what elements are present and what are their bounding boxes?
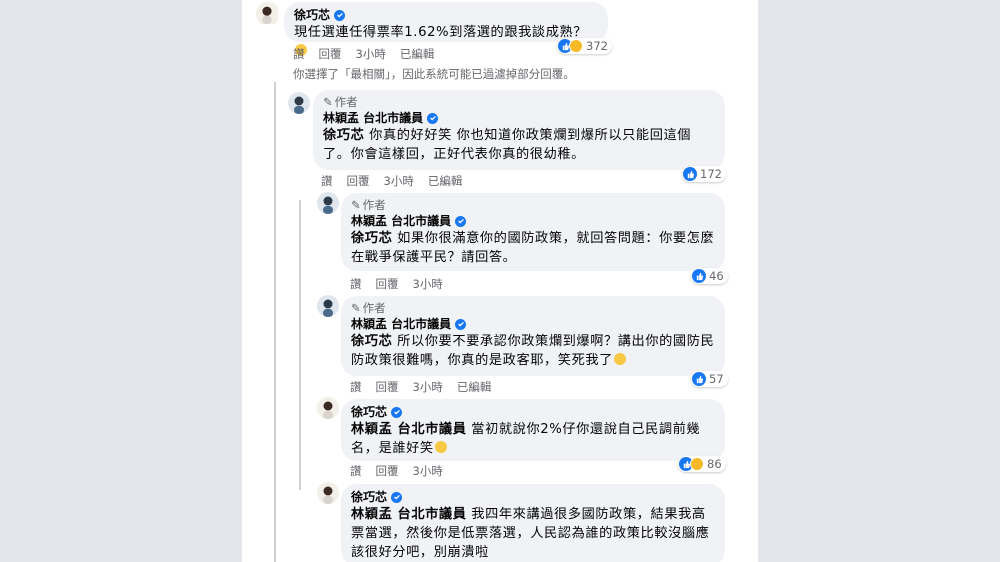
comment-author[interactable]: 林穎孟 台北市議員 xyxy=(323,110,423,126)
like-button[interactable]: 讚 xyxy=(321,174,333,188)
like-button[interactable]: 讚 xyxy=(293,47,305,61)
reaction-count: 46 xyxy=(709,269,724,283)
verified-icon xyxy=(455,318,467,330)
comment-bubble: 徐巧芯 林穎孟 台北市議員 我四年來講過很多國防政策，結果我高票當選，然後你是低… xyxy=(341,484,725,562)
author-badge: ✎ 作者 xyxy=(323,95,358,109)
comment-time[interactable]: 3小時 xyxy=(356,47,386,61)
haha-reaction-icon xyxy=(569,39,583,53)
pencil-icon: ✎ xyxy=(323,95,333,109)
comment-author[interactable]: 林穎孟 台北市議員 xyxy=(351,213,451,229)
like-reaction-icon xyxy=(692,372,706,386)
comment-bubble: 徐巧芯 林穎孟 台北市議員 當初就說你2%仔你還說自己民調前幾名，是誰好笑 xyxy=(341,399,725,461)
comment-author[interactable]: 林穎孟 台北市議員 xyxy=(351,316,451,332)
comment-actions: 讚 回覆 3小時 xyxy=(350,464,443,478)
reaction-summary[interactable]: 372 xyxy=(557,38,612,54)
comment-text: 林穎孟 台北市議員 當初就說你2%仔你還說自己民調前幾名，是誰好笑 xyxy=(351,422,701,456)
mention-link[interactable]: 林穎孟 台北市議員 xyxy=(351,422,467,437)
comment-time[interactable]: 3小時 xyxy=(384,174,414,188)
comment-feed: 徐巧芯 現任選連任得票率1.62%到落選的跟我談成熟？ 372 讚 回覆 3小時… xyxy=(242,0,758,562)
verified-icon xyxy=(391,491,403,503)
reaction-count: 57 xyxy=(709,372,724,386)
reaction-summary[interactable]: 86 xyxy=(678,456,726,472)
avatar[interactable] xyxy=(317,482,339,504)
filter-note: 你選擇了「最相關」，因此系統可能已過濾掉部分回覆。 xyxy=(293,67,575,81)
thread-line xyxy=(299,200,301,490)
avatar[interactable] xyxy=(317,192,339,214)
pencil-icon: ✎ xyxy=(351,198,361,212)
verified-icon xyxy=(334,9,346,21)
pencil-icon: ✎ xyxy=(351,301,361,315)
comment-text: 徐巧芯 你真的好好笑 你也知道你政策爛到爆所以只能回這個了。你會這樣回，正好代表… xyxy=(323,128,692,162)
comment-bubble: ✎ 作者 林穎孟 台北市議員 徐巧芯 如果你很滿意你的國防政策，就回答問題：你要怎… xyxy=(341,193,725,271)
edited-label[interactable]: 已編輯 xyxy=(428,174,463,188)
comment-actions: 讚 回覆 3小時 已編輯 xyxy=(350,380,491,394)
comment-time[interactable]: 3小時 xyxy=(413,464,443,478)
avatar[interactable] xyxy=(317,295,339,317)
mention-link[interactable]: 林穎孟 台北市議員 xyxy=(351,507,467,522)
like-button[interactable]: 讚 xyxy=(350,380,362,394)
comment-time[interactable]: 3小時 xyxy=(413,277,443,291)
comment-actions: 讚 回覆 3小時 已編輯 xyxy=(321,174,462,188)
author-badge: ✎ 作者 xyxy=(351,301,386,315)
verified-icon xyxy=(391,406,403,418)
comment-text: 林穎孟 台北市議員 我四年來講過很多國防政策，結果我高票當選，然後你是低票落選，… xyxy=(351,507,710,560)
reply-button[interactable]: 回覆 xyxy=(376,380,399,394)
verified-icon xyxy=(455,215,467,227)
like-button[interactable]: 讚 xyxy=(350,277,362,291)
verified-icon xyxy=(427,112,439,124)
avatar[interactable] xyxy=(288,92,310,114)
reply-button[interactable]: 回覆 xyxy=(376,464,399,478)
reply-button[interactable]: 回覆 xyxy=(347,174,370,188)
comment-actions: 讚 回覆 3小時 xyxy=(350,277,443,291)
reaction-count: 372 xyxy=(586,39,608,53)
reply-button[interactable]: 回覆 xyxy=(376,277,399,291)
like-reaction-icon xyxy=(683,167,697,181)
like-reaction-icon xyxy=(692,269,706,283)
reply-button[interactable]: 回覆 xyxy=(319,47,342,61)
grimace-emoji-icon xyxy=(434,441,447,453)
laughing-emoji-icon xyxy=(613,353,626,365)
comment-time[interactable]: 3小時 xyxy=(413,380,443,394)
avatar[interactable] xyxy=(256,2,280,26)
edited-label[interactable]: 已編輯 xyxy=(400,47,435,61)
reaction-count: 86 xyxy=(707,457,722,471)
author-badge: ✎ 作者 xyxy=(351,198,386,212)
mention-link[interactable]: 徐巧芯 xyxy=(351,334,392,349)
comment-author[interactable]: 徐巧芯 xyxy=(351,489,387,505)
reaction-count: 172 xyxy=(700,167,722,181)
comment-text: 徐巧芯 所以你要不要承認你政策爛到爆啊？講出你的國防民防政策很難嗎，你真的是政客… xyxy=(351,334,715,368)
thread-line xyxy=(274,82,276,562)
comment-text: 徐巧芯 如果你很滿意你的國防政策，就回答問題：你要怎麼在戰爭保護平民？請回答。 xyxy=(351,231,715,265)
mention-link[interactable]: 徐巧芯 xyxy=(323,128,364,143)
edited-label[interactable]: 已編輯 xyxy=(457,380,492,394)
reaction-summary[interactable]: 46 xyxy=(691,268,728,284)
mention-link[interactable]: 徐巧芯 xyxy=(351,231,392,246)
reaction-summary[interactable]: 172 xyxy=(682,166,726,182)
comment-author[interactable]: 徐巧芯 xyxy=(351,404,387,420)
reaction-summary[interactable]: 57 xyxy=(691,371,728,387)
comment-actions: 讚 回覆 3小時 已編輯 xyxy=(293,47,434,61)
comment-bubble: ✎ 作者 林穎孟 台北市議員 徐巧芯 所以你要不要承認你政策爛到爆啊？講出你的國防… xyxy=(341,296,725,376)
avatar[interactable] xyxy=(317,397,339,419)
comment-bubble: ✎ 作者 林穎孟 台北市議員 徐巧芯 你真的好好笑 你也知道你政策爛到爆所以只能回… xyxy=(313,90,725,170)
comment-bubble: 徐巧芯 現任選連任得票率1.62%到落選的跟我談成熟？ xyxy=(284,2,608,56)
comment-author[interactable]: 徐巧芯 xyxy=(294,7,330,23)
haha-reaction-icon xyxy=(690,457,704,471)
like-button[interactable]: 讚 xyxy=(350,464,362,478)
